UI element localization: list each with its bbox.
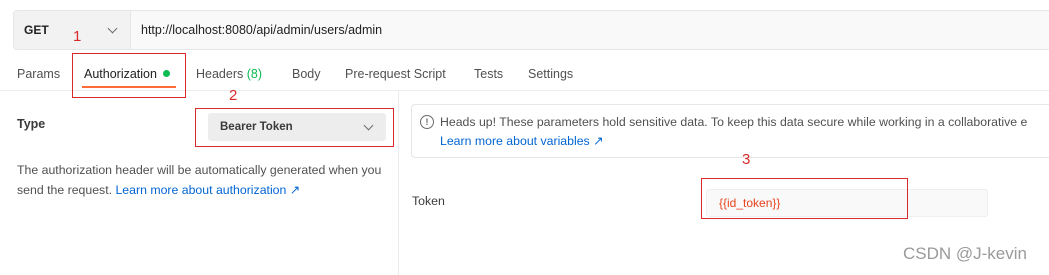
tab-headers[interactable]: Headers (8) [196,67,262,81]
tab-tests[interactable]: Tests [474,67,503,81]
alert-message: Heads up! These parameters hold sensitiv… [440,115,1028,129]
learn-more-authorization-link[interactable]: Learn more about authorization ↗ [115,183,300,197]
auth-type-label: Type [17,117,46,131]
annotation-number-1: 1 [73,28,82,45]
tab-settings[interactable]: Settings [528,67,573,81]
watermark: CSDN @J-kevin [903,244,1027,263]
sensitive-data-alert: ! Heads up! These parameters hold sensit… [411,104,1049,158]
chevron-down-icon [107,23,118,33]
token-label: Token [412,194,445,208]
learn-more-variables-link[interactable]: Learn more about variables ↗ [440,134,603,148]
tab-params[interactable]: Params [17,67,60,81]
tab-body[interactable]: Body [292,67,321,81]
method-label: GET [24,23,49,37]
annotation-number-2: 2 [229,87,238,104]
info-icon: ! [420,115,434,129]
request-url-bar: GET http://localhost:8080/api/admin/user… [13,10,1049,50]
panel-divider [398,91,399,275]
annotation-number-3: 3 [742,151,751,168]
annotation-box-1 [72,53,186,98]
auth-description: The authorization header will be automat… [17,160,387,200]
url-input[interactable]: http://localhost:8080/api/admin/users/ad… [131,23,382,37]
annotation-box-3 [701,178,908,219]
tab-headers-label: Headers [196,67,244,81]
headers-count-badge: (8) [246,67,263,81]
annotation-box-2 [195,108,394,147]
tab-pre-request-script[interactable]: Pre-request Script [345,67,446,81]
